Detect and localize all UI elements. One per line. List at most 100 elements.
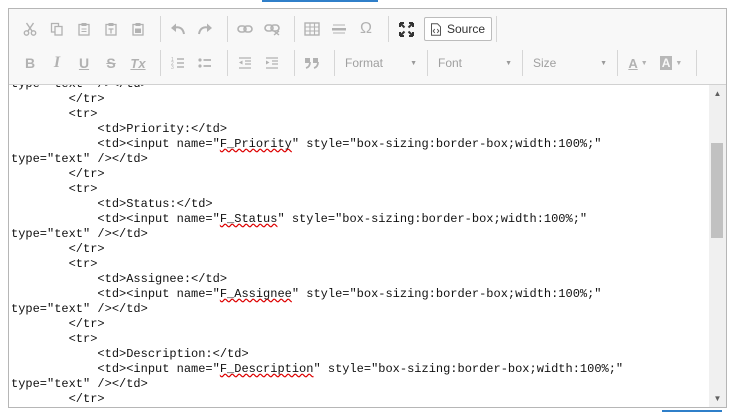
cut-icon — [23, 22, 37, 36]
code-text: </tr> — [11, 317, 105, 331]
paste-text-button[interactable] — [100, 18, 122, 40]
maximize-icon — [398, 21, 414, 37]
code-line: type="text" /></td> — [11, 85, 623, 92]
font-dropdown[interactable]: Font ▼ — [434, 52, 516, 74]
text-color-button[interactable]: A ▼ — [624, 52, 652, 74]
underline-button[interactable]: U — [73, 52, 95, 74]
source-icon — [431, 22, 441, 36]
bg-color-icon: A — [659, 56, 673, 70]
horizontal-rule-button[interactable] — [328, 18, 350, 40]
code-line: type="text" /></td> — [11, 302, 623, 317]
format-label: Format — [345, 56, 384, 70]
table-button[interactable] — [301, 18, 323, 40]
misspelled-word: F_Priority — [219, 137, 292, 151]
redo-icon — [198, 23, 212, 35]
top-accent-strip — [262, 0, 378, 2]
font-label: Font — [438, 56, 463, 70]
svg-text:3: 3 — [171, 65, 174, 70]
code-text: </tr> — [11, 167, 105, 181]
scrollbar-thumb[interactable] — [711, 143, 723, 238]
source-code[interactable]: type="text" /></td> </tr> <tr> <td>Prior… — [11, 85, 623, 407]
blockquote-button[interactable] — [301, 52, 323, 74]
indent-group — [234, 50, 295, 76]
code-text: <td>Assignee:</td> — [11, 272, 228, 286]
editor-toolbar: Ω Source B I U S Tx 1 2 3 Format ▼ Font … — [9, 9, 726, 85]
code-text: type="text" /></td> — [11, 85, 148, 91]
tools-group — [395, 16, 422, 42]
code-text: " style="box-sizing:border-box;width:100… — [291, 137, 602, 151]
outdent-button[interactable] — [234, 52, 256, 74]
bold-icon: B — [24, 55, 36, 71]
scroll-up-arrow-icon[interactable]: ▲ — [709, 85, 726, 102]
bold-button[interactable]: B — [19, 52, 41, 74]
blocks-group — [301, 50, 335, 76]
link-group — [234, 16, 295, 42]
size-label: Size — [533, 56, 557, 70]
vertical-scrollbar[interactable]: ▲ ▼ — [709, 85, 726, 407]
maximize-button[interactable] — [395, 18, 417, 40]
clear-format-icon: Tx — [130, 55, 146, 71]
blockquote-icon — [305, 58, 319, 69]
styles-group: Format ▼ — [341, 50, 428, 76]
code-text: <tr> — [11, 332, 98, 346]
code-text: </tr> — [11, 92, 105, 106]
chevron-down-icon: ▼ — [640, 59, 648, 67]
source-label: Source — [447, 22, 486, 36]
chevron-down-icon: ▼ — [600, 59, 607, 67]
paste-word-button[interactable] — [127, 18, 149, 40]
copy-icon — [50, 22, 63, 36]
code-text: <td>Status:</td> — [11, 197, 213, 211]
table-icon — [304, 22, 320, 36]
clear-format-button[interactable]: Tx — [127, 52, 149, 74]
code-text: type="text" /></td> — [11, 302, 148, 316]
numbered-list-button[interactable]: 123 — [167, 52, 189, 74]
bulleted-list-icon — [198, 58, 211, 68]
chevron-down-icon: ▼ — [505, 59, 512, 67]
link-button[interactable] — [234, 18, 256, 40]
special-char-button[interactable]: Ω — [355, 18, 377, 40]
code-line: <tr> — [11, 257, 623, 272]
underline-icon: U — [78, 55, 90, 71]
code-text: <td><input name=" — [11, 137, 220, 151]
bulleted-list-button[interactable] — [194, 52, 216, 74]
list-group: 123 — [167, 50, 228, 76]
rich-text-editor: Ω Source B I U S Tx 1 2 3 Format ▼ Font … — [8, 8, 727, 408]
strike-button[interactable]: S — [100, 52, 122, 74]
undo-button[interactable] — [167, 18, 189, 40]
unlink-button[interactable] — [261, 18, 283, 40]
code-line: <tr> — [11, 107, 623, 122]
paste-button[interactable] — [73, 18, 95, 40]
code-text: type="text" /></td> — [11, 227, 148, 241]
code-text: <td><input name=" — [11, 362, 220, 376]
scroll-down-arrow-icon[interactable]: ▼ — [709, 390, 726, 407]
source-button[interactable]: Source — [424, 17, 493, 41]
code-line: type="text" /></td> — [11, 152, 623, 167]
code-line: <td>Priority:</td> — [11, 122, 623, 137]
indent-button[interactable] — [261, 52, 283, 74]
copy-button[interactable] — [46, 18, 68, 40]
size-dropdown[interactable]: Size ▼ — [529, 52, 611, 74]
paste-text-icon — [105, 23, 117, 36]
paste-word-icon — [132, 23, 144, 36]
italic-button[interactable]: I — [46, 52, 68, 74]
code-text: <td>Priority:</td> — [11, 122, 228, 136]
code-line: <td><input name="F_Status" style="box-si… — [11, 212, 623, 227]
code-line: <td><input name="F_Description" style="b… — [11, 362, 623, 377]
code-text: </tr> — [11, 242, 105, 256]
chevron-down-icon: ▼ — [675, 59, 683, 67]
source-editing-area[interactable]: type="text" /></td> </tr> <tr> <td>Prior… — [9, 85, 709, 407]
code-line: </tr> — [11, 317, 623, 332]
code-text: type="text" /></td> — [11, 377, 148, 391]
italic-icon: I — [53, 54, 61, 71]
bg-color-button[interactable]: A ▼ — [657, 52, 685, 74]
insert-group: Ω — [301, 16, 389, 42]
undo-icon — [171, 23, 185, 35]
toolbar-row-1: Ω Source — [19, 15, 503, 43]
format-dropdown[interactable]: Format ▼ — [341, 52, 421, 74]
document-group: Source — [424, 16, 498, 42]
unlink-icon — [264, 24, 280, 36]
strike-icon: S — [106, 55, 116, 71]
code-line: </tr> — [11, 242, 623, 257]
cut-button[interactable] — [19, 18, 41, 40]
redo-button[interactable] — [194, 18, 216, 40]
